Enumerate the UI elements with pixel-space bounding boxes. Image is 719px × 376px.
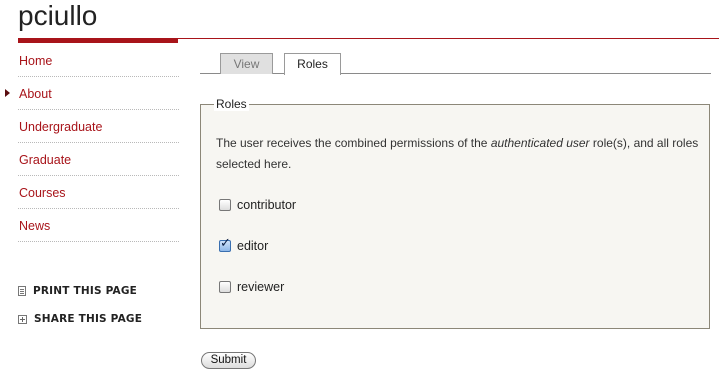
sidebar-item-courses[interactable]: Courses bbox=[18, 176, 179, 209]
description-emphasis: authenticated user bbox=[490, 136, 590, 150]
share-page-label: SHARE THIS PAGE bbox=[34, 313, 143, 325]
role-label: editor bbox=[237, 239, 269, 253]
contributor-checkbox[interactable] bbox=[219, 199, 231, 211]
roles-legend: Roles bbox=[214, 97, 249, 111]
tab-bar: View Roles bbox=[200, 53, 711, 75]
sidebar-item-undergraduate[interactable]: Undergraduate bbox=[18, 110, 179, 143]
print-page-label: PRINT THIS PAGE bbox=[33, 285, 138, 297]
role-option-contributor[interactable]: contributor bbox=[219, 198, 296, 212]
editor-checkbox[interactable] bbox=[219, 236, 231, 252]
roles-description: The user receives the combined permissio… bbox=[216, 133, 706, 175]
reviewer-checkbox[interactable] bbox=[219, 281, 231, 293]
sidebar-link-graduate[interactable]: Graduate bbox=[19, 153, 71, 167]
sidebar-item-graduate[interactable]: Graduate bbox=[18, 143, 179, 176]
sidebar-item-news[interactable]: News bbox=[18, 209, 179, 242]
sidebar-link-news[interactable]: News bbox=[19, 219, 50, 233]
sidebar-link-home[interactable]: Home bbox=[19, 54, 52, 68]
sidebar-link-courses[interactable]: Courses bbox=[19, 186, 66, 200]
role-label: reviewer bbox=[237, 280, 285, 294]
sidebar-link-about[interactable]: About bbox=[19, 87, 52, 101]
sidebar-item-about[interactable]: About bbox=[5, 77, 179, 110]
tab-view[interactable]: View bbox=[220, 53, 273, 74]
role-label: contributor bbox=[237, 198, 297, 212]
header-accent-bar bbox=[18, 38, 178, 43]
sidebar-item-home[interactable]: Home bbox=[18, 44, 179, 77]
sidebar-link-undergraduate[interactable]: Undergraduate bbox=[19, 120, 102, 134]
header-divider bbox=[178, 38, 719, 39]
submit-button[interactable]: Submit bbox=[201, 352, 256, 369]
role-option-reviewer[interactable]: reviewer bbox=[219, 280, 284, 294]
print-icon bbox=[18, 286, 26, 296]
share-page-link[interactable]: SHARE THIS PAGE bbox=[18, 313, 142, 325]
site-title: pciullo bbox=[18, 0, 98, 31]
sidebar-nav: Home About Undergraduate Graduate Course… bbox=[0, 44, 180, 242]
plus-icon bbox=[18, 314, 27, 324]
active-arrow-icon bbox=[5, 89, 10, 97]
description-text: The user receives the combined permissio… bbox=[216, 136, 491, 150]
tab-roles[interactable]: Roles bbox=[284, 53, 341, 75]
print-page-link[interactable]: PRINT THIS PAGE bbox=[18, 285, 137, 297]
role-option-editor[interactable]: editor bbox=[219, 236, 269, 253]
